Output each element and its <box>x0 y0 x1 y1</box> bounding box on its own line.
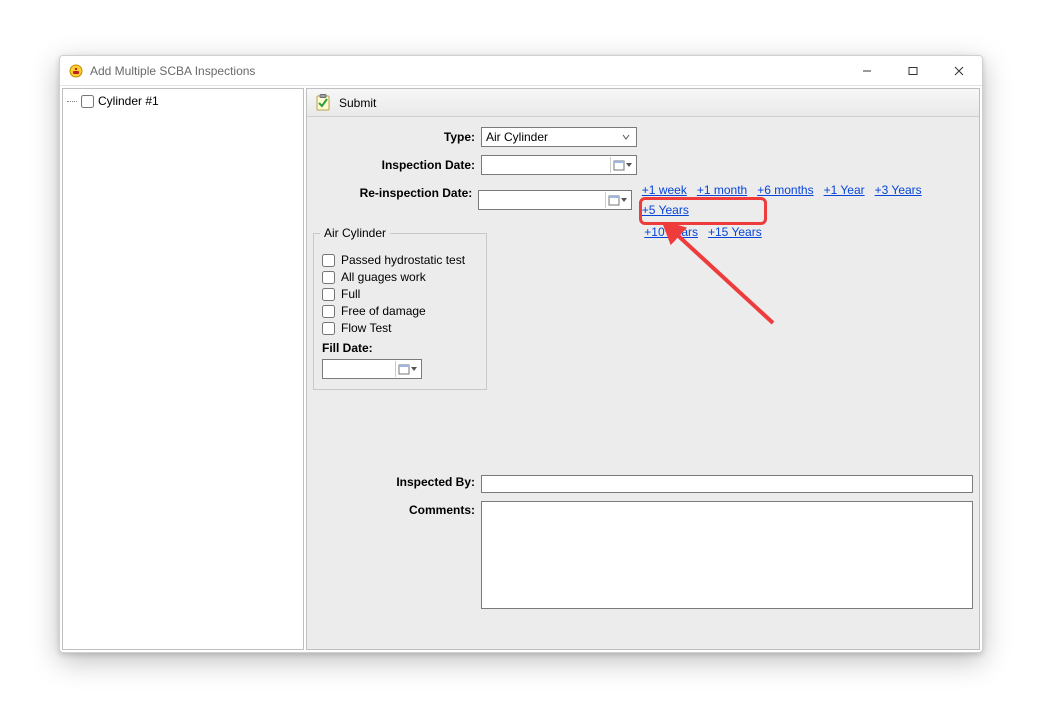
maximize-button[interactable] <box>890 56 936 86</box>
app-window: Add Multiple SCBA Inspections Cylinder #… <box>59 55 983 653</box>
chk-hydrostatic-label: Passed hydrostatic test <box>341 253 465 267</box>
chk-flow-label: Flow Test <box>341 321 391 335</box>
reinspection-date-label: Re-inspection Date: <box>307 183 478 200</box>
clipboard-icon <box>313 93 333 113</box>
inspected-by-label: Inspected By: <box>307 475 481 489</box>
chk-damage[interactable] <box>322 305 335 318</box>
group-legend: Air Cylinder <box>320 226 390 240</box>
bottom-rows: Inspected By: Comments: <box>307 475 973 617</box>
quick-6-months[interactable]: +6 months <box>757 183 813 197</box>
chk-full-label: Full <box>341 287 360 301</box>
chk-flow[interactable] <box>322 322 335 335</box>
calendar-icon[interactable] <box>605 192 629 208</box>
window-buttons <box>844 56 982 86</box>
quick-1-week[interactable]: +1 week <box>642 183 687 197</box>
comments-label: Comments: <box>307 501 481 517</box>
arrow-annotation-icon <box>663 223 783 333</box>
chk-hydrostatic[interactable] <box>322 254 335 267</box>
toolbar: Submit <box>307 89 979 117</box>
tree-panel[interactable]: Cylinder #1 <box>62 88 304 650</box>
quick-1-year[interactable]: +1 Year <box>824 183 865 197</box>
inspection-date-input[interactable] <box>481 155 637 175</box>
quick-links-row2: +10 Years +15 Years <box>644 225 761 239</box>
chk-guages-label: All guages work <box>341 270 426 284</box>
reinspection-date-input[interactable] <box>478 190 632 210</box>
fill-date-input[interactable] <box>322 359 422 379</box>
chevron-down-icon <box>618 129 634 145</box>
calendar-icon[interactable] <box>610 157 634 173</box>
tree-item-checkbox[interactable] <box>81 95 94 108</box>
type-combo[interactable]: Air Cylinder <box>481 127 637 147</box>
inspected-by-input[interactable] <box>481 475 973 493</box>
calendar-icon[interactable] <box>395 361 419 377</box>
client-area: Cylinder #1 Submit Type: <box>60 86 982 652</box>
fill-date-label: Fill Date: <box>322 341 478 355</box>
tree-item-cylinder-1[interactable]: Cylinder #1 <box>65 93 301 109</box>
quick-5-years[interactable]: +5 Years <box>642 203 689 217</box>
close-button[interactable] <box>936 56 982 86</box>
submit-button[interactable]: Submit <box>339 96 376 110</box>
details-panel: Submit Type: Air Cylinder <box>306 88 980 650</box>
quick-links-row1: +1 week +1 month +6 months +1 Year +3 Ye… <box>642 183 973 217</box>
type-value: Air Cylinder <box>486 130 548 144</box>
quick-3-years[interactable]: +3 Years <box>875 183 922 197</box>
chk-guages[interactable] <box>322 271 335 284</box>
comments-input[interactable] <box>481 501 973 609</box>
chk-damage-label: Free of damage <box>341 304 426 318</box>
form-area: Type: Air Cylinder Inspection Date: <box>307 117 979 649</box>
air-cylinder-group: Air Cylinder Passed hydrostatic test All… <box>313 233 487 390</box>
chk-full[interactable] <box>322 288 335 301</box>
window-title: Add Multiple SCBA Inspections <box>90 64 844 78</box>
titlebar: Add Multiple SCBA Inspections <box>60 56 982 86</box>
app-icon <box>68 63 84 79</box>
quick-10-years[interactable]: +10 Years <box>644 225 698 239</box>
quick-1-month[interactable]: +1 month <box>697 183 747 197</box>
tree-item-label: Cylinder #1 <box>98 94 159 108</box>
inspection-date-label: Inspection Date: <box>307 158 481 172</box>
quick-15-years[interactable]: +15 Years <box>708 225 762 239</box>
type-label: Type: <box>307 130 481 144</box>
minimize-button[interactable] <box>844 56 890 86</box>
